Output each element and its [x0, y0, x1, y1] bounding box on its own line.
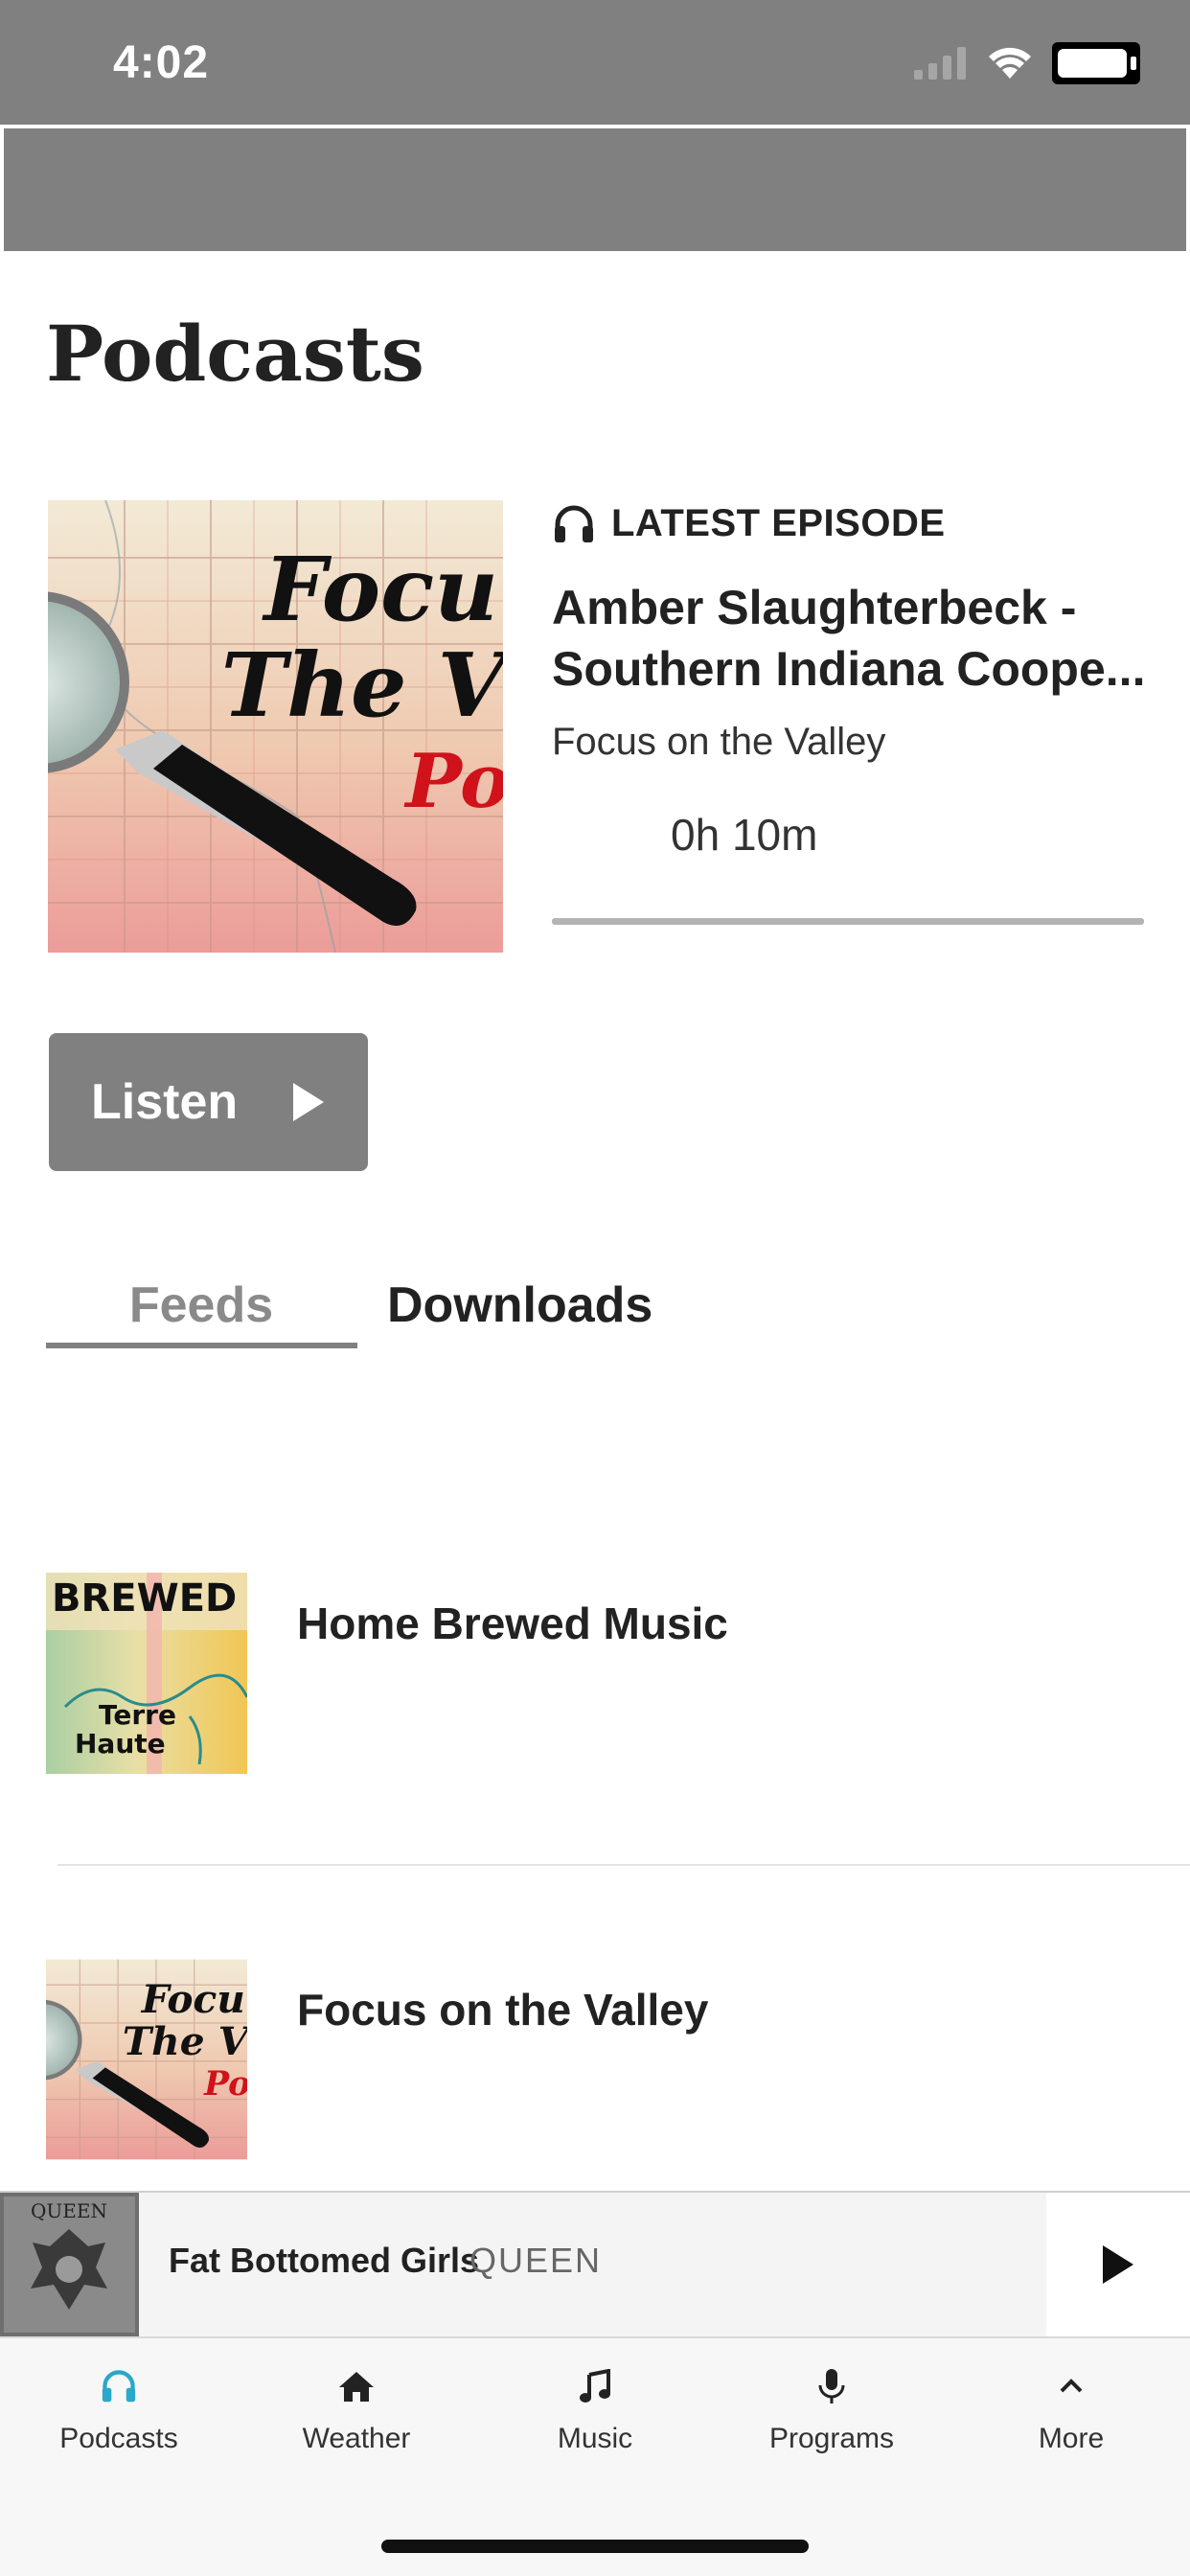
svg-text:Po: Po	[403, 738, 503, 825]
feed-artwork: Focu The V Po	[46, 1959, 247, 2160]
tab-downloads[interactable]: Downloads	[387, 1276, 652, 1334]
tab-label: More	[1038, 2423, 1105, 2454]
tab-more[interactable]: More	[966, 2359, 1177, 2474]
now-playing-artwork: QUEEN	[0, 2193, 139, 2336]
svg-text:Focu: Focu	[141, 1976, 245, 2022]
listen-button-label: Listen	[91, 1074, 239, 1130]
map-artwork: Focu The V Po	[46, 1959, 247, 2160]
svg-text:QUEEN: QUEEN	[31, 2199, 107, 2222]
svg-text:Haute: Haute	[75, 1728, 166, 1760]
feed-title: Home Brewed Music	[297, 1598, 728, 1648]
tab-label: Weather	[302, 2423, 411, 2454]
album-art: QUEEN	[0, 2193, 139, 2336]
episode-progress-bar	[552, 918, 1144, 925]
now-playing-bar[interactable]: QUEEN Fat Bottomed Girls QUEEN	[0, 2191, 1190, 2336]
list-divider	[57, 1864, 1190, 1866]
listen-button[interactable]: Listen	[49, 1033, 368, 1171]
episode-duration: 0h 10m	[671, 810, 818, 860]
now-playing-play-button[interactable]	[1046, 2193, 1190, 2336]
feed-artwork: BREWED Terre Haute	[46, 1573, 247, 1774]
status-bar: 4:02	[0, 0, 1190, 125]
status-icons	[914, 42, 1140, 84]
home-indicator	[381, 2540, 809, 2553]
header-banner	[4, 128, 1186, 251]
map-artwork: BREWED Terre Haute	[46, 1573, 247, 1774]
signal-icon	[914, 47, 966, 80]
episode-title-line-2: Southern Indiana Coope...	[552, 642, 1146, 696]
tab-label: Programs	[768, 2423, 895, 2454]
svg-text:The V: The V	[221, 633, 503, 737]
episode-title[interactable]: Amber Slaughterbeck - Southern Indiana C…	[552, 577, 1156, 700]
status-time: 4:02	[113, 37, 210, 88]
svg-text:BREWED: BREWED	[52, 1576, 237, 1621]
tab-podcasts[interactable]: Podcasts	[13, 2359, 224, 2474]
page-title: Podcasts	[46, 309, 424, 399]
feed-item-home-brewed-music[interactable]: BREWED Terre Haute Home Brewed Music	[0, 1573, 1190, 1774]
map-artwork: Focu The V Po	[48, 500, 503, 953]
tab-label: Music	[557, 2423, 633, 2454]
battery-icon	[1052, 42, 1140, 84]
episode-show-name: Focus on the Valley	[552, 721, 886, 763]
tab-music[interactable]: Music	[490, 2359, 700, 2474]
now-playing-title: Fat Bottomed Girls	[169, 2241, 480, 2280]
status-divider	[0, 125, 1190, 127]
play-icon	[293, 1083, 325, 1121]
play-icon	[1103, 2245, 1133, 2284]
svg-text:Terre: Terre	[99, 1699, 176, 1731]
microphone-icon	[818, 2369, 845, 2404]
home-icon	[339, 2372, 374, 2402]
latest-episode-label-row: LATEST EPISODE	[554, 502, 946, 545]
wifi-icon	[989, 47, 1031, 79]
tab-feeds[interactable]: Feeds	[46, 1276, 356, 1351]
music-note-icon	[580, 2369, 610, 2403]
svg-text:The V: The V	[123, 2018, 247, 2064]
headphones-icon	[555, 505, 593, 542]
episode-title-line-1: Amber Slaughterbeck -	[552, 581, 1077, 634]
tab-programs[interactable]: Programs	[726, 2359, 937, 2474]
latest-episode-label: LATEST EPISODE	[611, 502, 946, 544]
tab-weather[interactable]: Weather	[251, 2359, 462, 2474]
feed-title: Focus on the Valley	[297, 1985, 709, 2035]
tab-active-indicator	[46, 1343, 357, 1348]
svg-text:Po: Po	[203, 2065, 247, 2104]
tab-label: Podcasts	[59, 2423, 178, 2454]
svg-text:Focu: Focu	[261, 538, 498, 641]
latest-episode-artwork[interactable]: Focu The V Po	[48, 500, 503, 953]
now-playing-artist: QUEEN	[469, 2241, 603, 2280]
chevron-up-icon	[1060, 2379, 1083, 2393]
feed-item-focus-on-the-valley[interactable]: Focu The V Po Focus on the Valley	[0, 1959, 1190, 2160]
headphones-icon	[102, 2370, 136, 2403]
